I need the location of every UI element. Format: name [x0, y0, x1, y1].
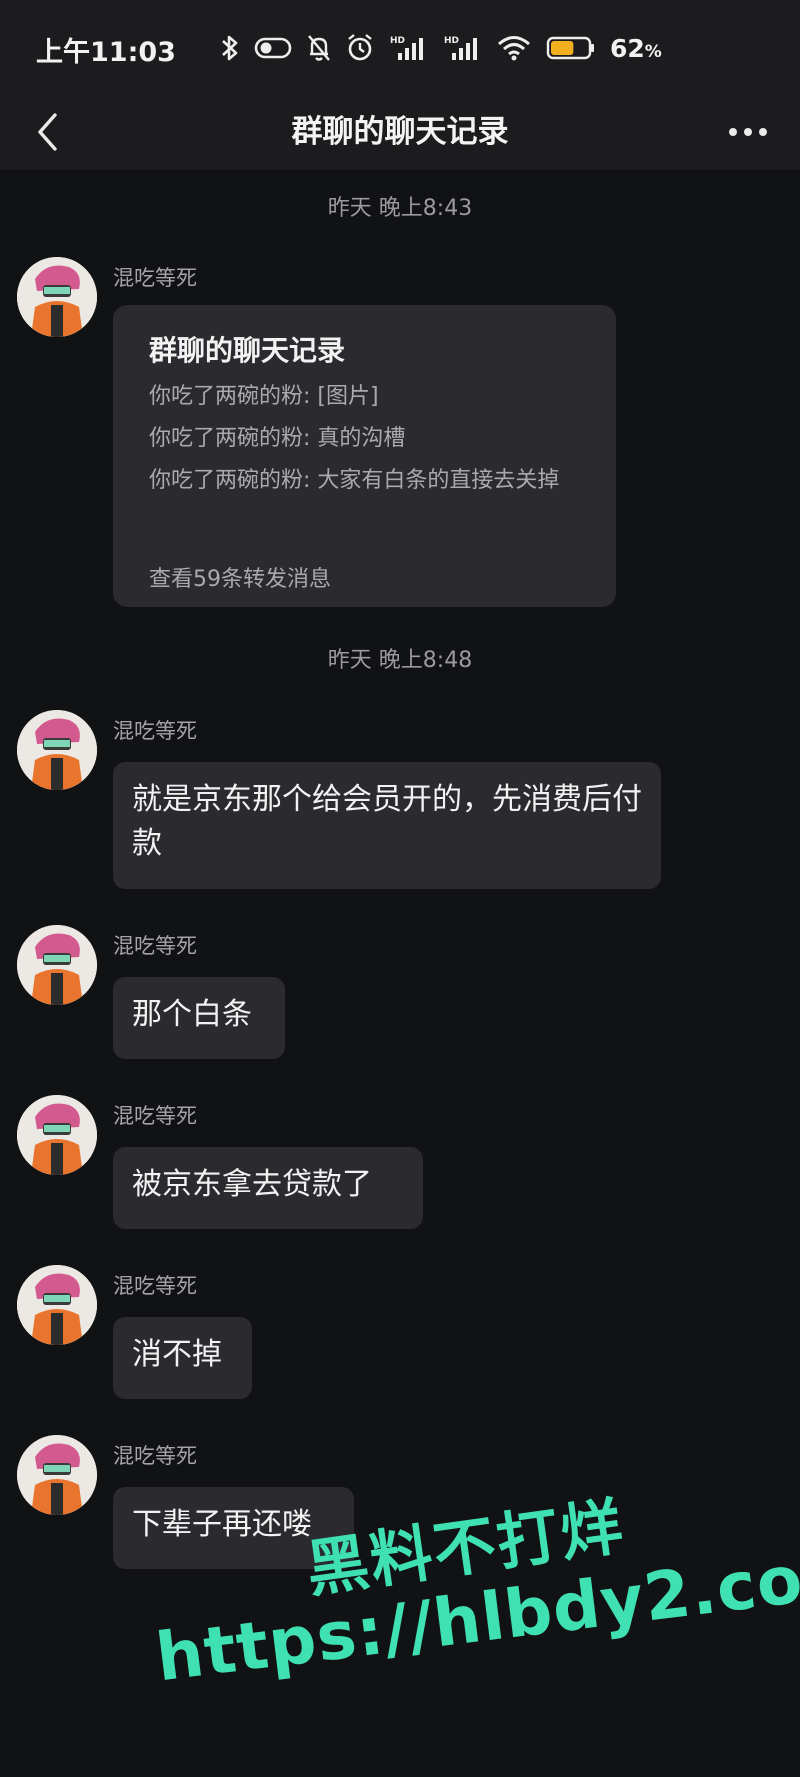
sender-name: 混吃等死: [113, 1104, 197, 1128]
avatar-image: [17, 710, 97, 790]
forwarded-preview-line: 你吃了两碗的粉: [图片]: [149, 384, 379, 409]
avatar[interactable]: [17, 1095, 97, 1175]
status-time: 上午11:03: [36, 37, 176, 68]
timestamp: 昨天 晚上8:48: [327, 648, 473, 673]
forwarded-preview-line: 你吃了两碗的粉: 大家有白条的直接去关掉: [149, 468, 560, 493]
avatar-image: [17, 1435, 97, 1515]
svg-text:HD: HD: [444, 36, 459, 46]
message-bubble[interactable]: 就是京东那个给会员开的，先消费后付款: [113, 762, 661, 889]
message-bubble[interactable]: 那个白条: [113, 977, 285, 1059]
avatar-image: [17, 1095, 97, 1175]
avatar[interactable]: [17, 257, 97, 337]
battery-percent: 62%: [610, 33, 662, 63]
sender-name: 混吃等死: [113, 1444, 197, 1468]
more-options-button[interactable]: [722, 110, 774, 154]
svg-text:HD: HD: [390, 36, 405, 46]
page-title: 群聊的聊天记录: [291, 114, 509, 150]
avatar-image: [17, 257, 97, 337]
toggle-icon: [254, 36, 292, 60]
chat-history-page: 上午11:03 HD HD 62% 群聊的聊天记录 昨天 晚上8:43 混吃等死…: [0, 0, 800, 1777]
forwarded-preview-line: 你吃了两碗的粉: 真的沟槽: [149, 426, 406, 451]
header-bar: 群聊的聊天记录: [0, 96, 800, 170]
message-bubble[interactable]: 被京东拿去贷款了: [113, 1147, 423, 1229]
timestamp: 昨天 晚上8:43: [327, 196, 473, 221]
battery-icon: [546, 35, 596, 61]
sender-name: 混吃等死: [113, 266, 197, 290]
message-bubble[interactable]: 消不掉: [113, 1317, 252, 1399]
sender-name: 混吃等死: [113, 719, 197, 743]
signal-hd-icon: HD: [388, 33, 428, 63]
avatar[interactable]: [17, 1265, 97, 1345]
status-bar: 上午11:03 HD HD 62%: [0, 0, 800, 96]
avatar[interactable]: [17, 710, 97, 790]
avatar-image: [17, 925, 97, 1005]
avatar[interactable]: [17, 1435, 97, 1515]
forwarded-card-title: 群聊的聊天记录: [149, 334, 346, 367]
status-icons: HD HD 62%: [220, 28, 662, 68]
signal-hd-icon: HD: [442, 33, 482, 63]
avatar-image: [17, 1265, 97, 1345]
avatar[interactable]: [17, 925, 97, 1005]
alarm-icon: [346, 33, 374, 63]
forwarded-chat-card[interactable]: 群聊的聊天记录 你吃了两碗的粉: [图片] 你吃了两碗的粉: 真的沟槽 你吃了两…: [113, 305, 616, 607]
view-forwarded-messages-link[interactable]: 查看59条转发消息: [149, 561, 331, 593]
bluetooth-icon: [220, 33, 240, 63]
wifi-icon: [496, 33, 532, 63]
more-dots-icon: [729, 128, 767, 136]
mute-bell-icon: [306, 33, 332, 63]
sender-name: 混吃等死: [113, 934, 197, 958]
forwarded-preview-lines: 你吃了两碗的粉: [图片] 你吃了两碗的粉: 真的沟槽 你吃了两碗的粉: 大家有…: [149, 379, 582, 499]
sender-name: 混吃等死: [113, 1274, 197, 1298]
